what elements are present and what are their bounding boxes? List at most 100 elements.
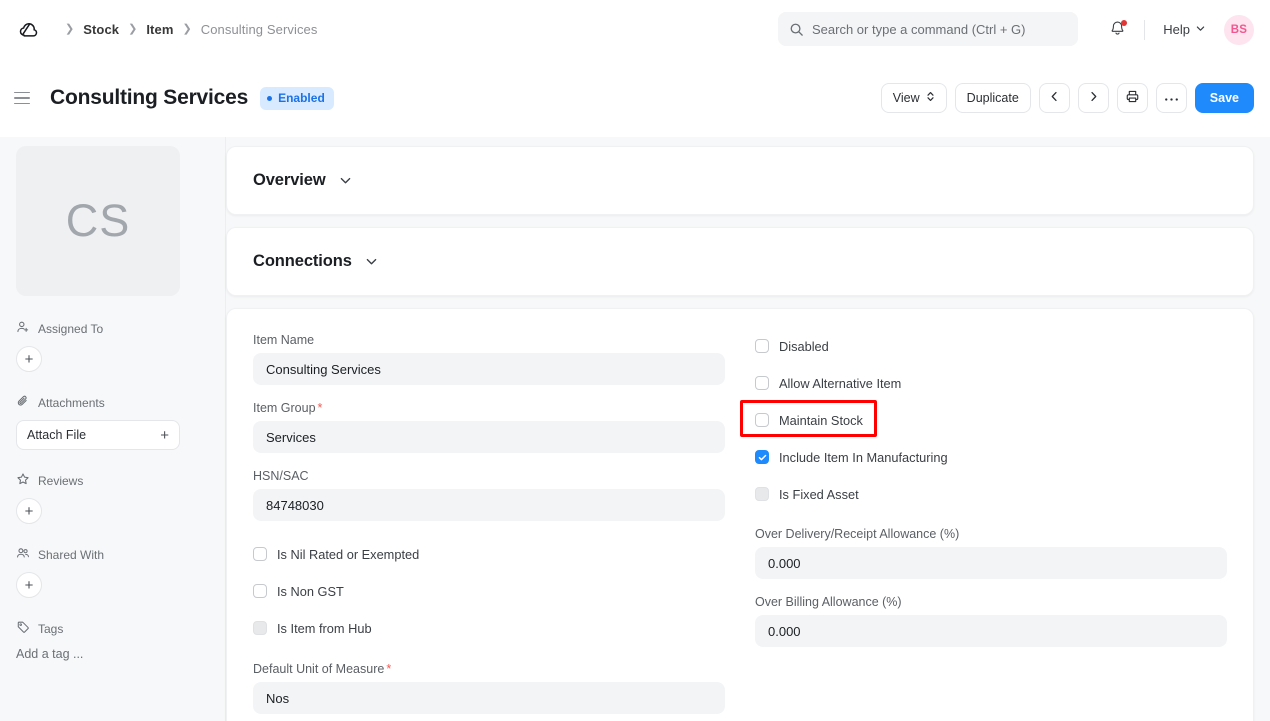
- print-button[interactable]: [1117, 83, 1148, 113]
- checkbox-is-item-from-hub: [253, 621, 267, 635]
- item-image-placeholder[interactable]: CS: [16, 146, 180, 296]
- page-title: Consulting Services: [50, 86, 248, 110]
- checkbox-row-is-item-from-hub: Is Item from Hub: [253, 617, 725, 639]
- checkbox-label: Is Non GST: [277, 584, 344, 599]
- field-item-group: Item Group* Services: [253, 401, 725, 453]
- reviews-label-row: Reviews: [16, 472, 209, 489]
- document-main: Overview Connections Item Name Consultin…: [226, 137, 1270, 721]
- previous-document-button[interactable]: [1039, 83, 1070, 113]
- sidebar-section-shared-with: Shared With +: [16, 546, 209, 598]
- checkbox-row-disabled[interactable]: Disabled: [755, 335, 1227, 357]
- checkbox-label: Maintain Stock: [779, 413, 863, 428]
- checkbox-include-item-in-manufacturing[interactable]: [755, 450, 769, 464]
- input-over-delivery-receipt-allowance[interactable]: 0.000: [755, 547, 1227, 579]
- save-button-label: Save: [1210, 91, 1239, 105]
- checkbox-row-is-non-gst[interactable]: Is Non GST: [253, 580, 725, 602]
- chevron-updown-icon: [926, 90, 935, 106]
- section-overview[interactable]: Overview: [226, 146, 1254, 215]
- add-review-button[interactable]: +: [16, 498, 42, 524]
- tags-label-row: Tags: [16, 620, 209, 637]
- navbar-divider: [1144, 20, 1145, 40]
- checkbox-is-non-gst[interactable]: [253, 584, 267, 598]
- section-title-overview: Overview: [253, 171, 326, 190]
- checkbox-label: Disabled: [779, 339, 829, 354]
- navbar-right-cluster: Help BS: [1102, 0, 1254, 59]
- attach-file-button[interactable]: Attach File +: [16, 420, 180, 450]
- global-search[interactable]: Search or type a command (Ctrl + G): [778, 12, 1078, 46]
- avatar-initials: BS: [1231, 24, 1248, 36]
- status-badge-label: Enabled: [278, 91, 325, 105]
- section-title-connections: Connections: [253, 252, 352, 271]
- item-details-form: Item Name Consulting Services Item Group…: [226, 308, 1254, 721]
- checkbox-row-is-nil-rated-or-exempted[interactable]: Is Nil Rated or Exempted: [253, 543, 725, 565]
- form-column-left: Item Name Consulting Services Item Group…: [253, 333, 725, 721]
- field-label-over-delivery-receipt-allowance: Over Delivery/Receipt Allowance (%): [755, 527, 1227, 541]
- field-label-item-name: Item Name: [253, 333, 725, 347]
- input-item-name[interactable]: Consulting Services: [253, 353, 725, 385]
- required-asterisk: *: [386, 662, 391, 676]
- help-menu-button[interactable]: Help: [1159, 18, 1210, 41]
- checkbox-label: Is Fixed Asset: [779, 487, 859, 502]
- document-actions: View Duplicate: [881, 59, 1254, 137]
- checkbox-label: Allow Alternative Item: [779, 376, 901, 391]
- add-assignment-button[interactable]: +: [16, 346, 42, 372]
- checkbox-is-nil-rated-or-exempted[interactable]: [253, 547, 267, 561]
- field-label-text: Item Group: [253, 401, 316, 415]
- input-over-billing-allowance[interactable]: 0.000: [755, 615, 1227, 647]
- breadcrumb-item-item[interactable]: Item: [146, 22, 173, 37]
- input-default-unit-of-measure[interactable]: Nos: [253, 682, 725, 714]
- avatar[interactable]: BS: [1224, 15, 1254, 45]
- user-plus-icon: [16, 320, 30, 337]
- breadcrumb-separator: ❯: [65, 24, 74, 35]
- notifications-button[interactable]: [1102, 15, 1132, 45]
- cloud-logo-icon[interactable]: [14, 15, 44, 45]
- field-label-over-billing-allowance: Over Billing Allowance (%): [755, 595, 1227, 609]
- sidebar-label-attachments: Attachments: [38, 396, 105, 410]
- breadcrumb-item-current: Consulting Services: [201, 22, 318, 37]
- next-document-button[interactable]: [1078, 83, 1109, 113]
- hamburger-icon[interactable]: [14, 87, 36, 109]
- field-item-name: Item Name Consulting Services: [253, 333, 725, 385]
- section-connections[interactable]: Connections: [226, 227, 1254, 296]
- app-root: ❯ Stock ❯ Item ❯ Consulting Services Sea…: [0, 0, 1270, 721]
- breadcrumb: ❯ Stock ❯ Item ❯ Consulting Services: [56, 22, 318, 37]
- field-label-item-group: Item Group*: [253, 401, 725, 415]
- search-placeholder: Search or type a command (Ctrl + G): [812, 22, 1026, 37]
- breadcrumb-item-stock[interactable]: Stock: [83, 22, 119, 37]
- sidebar-section-assigned-to: Assigned To +: [16, 320, 209, 372]
- checkbox-maintain-stock[interactable]: [755, 413, 769, 427]
- form-column-right: Disabled Allow Alternative Item Maintain…: [755, 333, 1227, 721]
- more-options-button[interactable]: [1156, 83, 1187, 113]
- add-tag-input[interactable]: Add a tag ...: [16, 647, 209, 661]
- checkbox-allow-alternative-item[interactable]: [755, 376, 769, 390]
- chevron-down-icon[interactable]: [364, 254, 379, 269]
- save-button[interactable]: Save: [1195, 83, 1254, 113]
- search-input[interactable]: Search or type a command (Ctrl + G): [778, 12, 1078, 46]
- checkbox-row-include-item-in-manufacturing[interactable]: Include Item In Manufacturing: [755, 446, 1227, 468]
- ellipsis-icon: [1164, 91, 1179, 105]
- input-item-group[interactable]: Services: [253, 421, 725, 453]
- document-title-bar: Consulting Services Enabled View Duplica…: [0, 59, 1270, 137]
- view-button[interactable]: View: [881, 83, 947, 113]
- sidebar-section-attachments: Attachments Attach File +: [16, 394, 209, 450]
- checkbox-row-maintain-stock[interactable]: Maintain Stock: [755, 409, 1227, 431]
- chevron-down-icon[interactable]: [338, 173, 353, 188]
- add-share-button[interactable]: +: [16, 572, 42, 598]
- field-default-unit-of-measure: Default Unit of Measure* Nos: [253, 662, 725, 714]
- checkbox-row-is-fixed-asset: Is Fixed Asset: [755, 483, 1227, 505]
- input-hsn-sac[interactable]: 84748030: [253, 489, 725, 521]
- document-sidebar: CS Assigned To +: [0, 137, 226, 721]
- sidebar-section-reviews: Reviews +: [16, 472, 209, 524]
- search-icon: [789, 22, 804, 37]
- attachments-label-row: Attachments: [16, 394, 209, 411]
- shared-with-label-row: Shared With: [16, 546, 209, 563]
- required-asterisk: *: [318, 401, 323, 415]
- assigned-to-label-row: Assigned To: [16, 320, 209, 337]
- breadcrumb-separator: ❯: [182, 24, 191, 35]
- checkbox-row-allow-alternative-item[interactable]: Allow Alternative Item: [755, 372, 1227, 394]
- tag-icon: [16, 620, 30, 637]
- duplicate-button[interactable]: Duplicate: [955, 83, 1031, 113]
- checkbox-disabled[interactable]: [755, 339, 769, 353]
- field-label-text: Default Unit of Measure: [253, 662, 384, 676]
- checkbox-label: Is Item from Hub: [277, 621, 372, 636]
